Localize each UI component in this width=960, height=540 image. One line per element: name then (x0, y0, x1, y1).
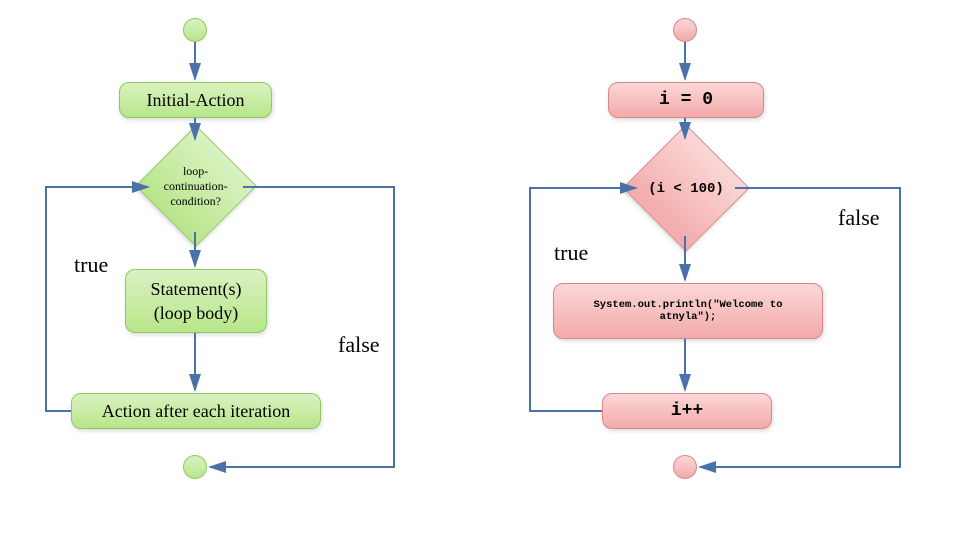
after-label: Action after each iteration (102, 401, 290, 422)
start-terminator-left (183, 18, 207, 42)
end-terminator-left (183, 455, 207, 479)
loop-condition-diamond-left: loop- continuation- condition? (135, 125, 257, 247)
flowchart-pair: Initial-Action loop- continuation- condi… (0, 0, 960, 540)
init-action-label: Initial-Action (147, 90, 245, 111)
init-box-right: i = 0 (608, 82, 764, 118)
start-terminator-right (673, 18, 697, 42)
increment-code: i++ (671, 401, 703, 421)
body-line1: Statement(s) (151, 277, 242, 301)
cond-line3: condition? (154, 194, 238, 209)
end-terminator-right (673, 455, 697, 479)
false-label-left: false (338, 332, 380, 358)
init-action-box: Initial-Action (119, 82, 272, 118)
body-line2: (loop body) (151, 301, 242, 325)
body-code: System.out.println("Welcome to atnyla"); (564, 299, 812, 323)
true-label-left: true (74, 252, 108, 278)
after-iteration-box: Action after each iteration (71, 393, 321, 429)
init-code: i = 0 (659, 90, 713, 110)
cond-code: (i < 100) (648, 181, 724, 197)
increment-box: i++ (602, 393, 772, 429)
cond-line2: continuation- (154, 179, 238, 194)
loop-body-box-right: System.out.println("Welcome to atnyla"); (553, 283, 823, 339)
loop-condition-diamond-right: (i < 100) (622, 124, 749, 251)
true-label-right: true (554, 240, 588, 266)
loop-body-box-left: Statement(s) (loop body) (125, 269, 267, 333)
cond-line1: loop- (154, 164, 238, 179)
false-label-right: false (838, 205, 880, 231)
